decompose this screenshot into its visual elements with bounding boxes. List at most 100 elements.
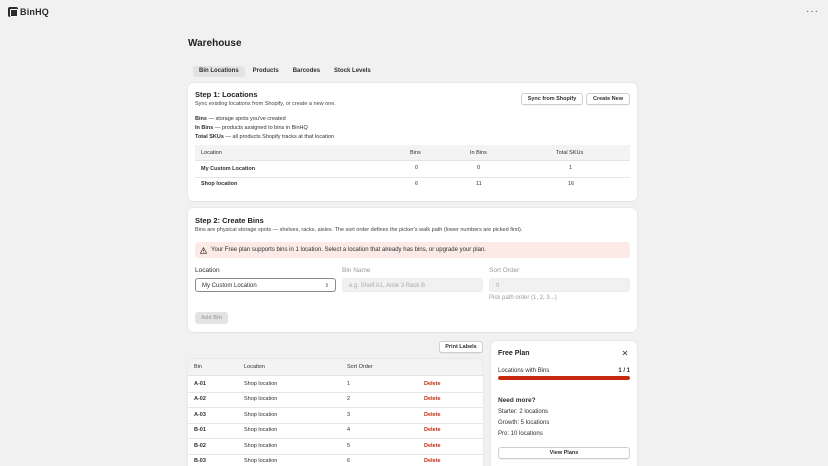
app-name: BinHQ (20, 7, 49, 17)
step2-subtitle: Bins are physical storage spots — shelve… (195, 227, 523, 233)
legend-total-skus: Total SKUs — all products Shopify tracks… (195, 134, 334, 140)
step1-card: Step 1: Locations Sync existing location… (188, 83, 637, 201)
bin-name-label: Bin Name (342, 267, 371, 274)
plan-limit-alert: Your Free plan supports bins in 1 locati… (195, 242, 630, 258)
print-labels-button[interactable]: Print Labels (439, 341, 483, 353)
tier-pro: Pro: 10 locations (498, 431, 543, 437)
select-chevron-icon: ⇕ (324, 283, 329, 289)
sort-order-input[interactable]: 0 (489, 278, 630, 292)
tab-bar: Bin Locations Products Barcodes Stock Le… (193, 66, 377, 77)
table-row[interactable]: B-01 Shop location 4 Delete (188, 422, 483, 439)
tab-products[interactable]: Products (247, 66, 285, 77)
col-sort-order: Sort Order (347, 364, 373, 370)
bin-code: A-03 (194, 411, 206, 418)
bin-location: Shop location (244, 458, 278, 464)
tab-barcodes[interactable]: Barcodes (287, 66, 326, 77)
plan-title: Free Plan (498, 350, 530, 357)
usage-progress-fill (498, 376, 630, 380)
row-total-skus: 1 (569, 165, 573, 171)
row-location: Shop location (201, 181, 238, 187)
page-title: Warehouse (188, 38, 242, 49)
top-bar: BinHQ ··· (0, 0, 828, 24)
bins-table-header: Bin Location Sort Order (188, 359, 483, 376)
table-row[interactable]: A-01 Shop location 1 Delete (188, 376, 483, 392)
bin-sort-order: 2 (347, 396, 351, 402)
delete-button[interactable]: Delete (424, 427, 441, 433)
row-divider (188, 453, 483, 454)
col-total-skus: Total SKUs (556, 150, 584, 156)
bin-sort-order: 5 (347, 442, 351, 449)
bin-code: A-02 (194, 396, 206, 402)
bin-name-input[interactable]: e.g. Shelf A1, Aisle 3 Rack B (342, 278, 483, 292)
delete-button[interactable]: Delete (424, 458, 441, 464)
row-divider (195, 177, 630, 178)
bin-sort-order: 3 (347, 411, 351, 418)
legend-bins: Bins — storage spots you've created (195, 116, 286, 122)
bin-location: Shop location (244, 427, 278, 433)
usage-label: Locations with Bins (498, 368, 550, 374)
delete-button[interactable]: Delete (424, 443, 441, 449)
step1-title: Step 1: Locations (195, 90, 258, 99)
alert-text: Your Free plan supports bins in 1 locati… (211, 246, 486, 253)
location-select-value: My Custom Location (202, 283, 257, 289)
bin-code: B-01 (194, 427, 206, 433)
delete-button[interactable]: Delete (424, 381, 441, 387)
bin-name-placeholder: e.g. Shelf A1, Aisle 3 Rack B (349, 283, 426, 289)
delete-button[interactable]: Delete (424, 412, 441, 418)
location-select[interactable]: My Custom Location ⇕ (195, 278, 336, 292)
bin-code: A-01 (194, 380, 206, 387)
binhq-logo-icon (8, 7, 18, 17)
col-bin: Bin (194, 364, 202, 370)
sort-order-label: Sort Order (489, 267, 520, 274)
sort-order-hint: Pick path order (1, 2, 3...) (489, 295, 557, 301)
tier-growth: Growth: 5 locations (498, 420, 550, 426)
bin-sort-order: 1 (347, 380, 351, 387)
free-plan-card: Free Plan Locations with Bins 1 / 1 Need… (491, 341, 637, 466)
col-in-bins: In Bins (470, 150, 487, 156)
row-bins: 0 (415, 165, 419, 171)
usage-value: 1 / 1 (618, 368, 630, 374)
row-divider (188, 391, 483, 392)
tab-stock-levels[interactable]: Stock Levels (328, 66, 377, 77)
row-divider (188, 438, 483, 439)
location-label: Location (195, 267, 220, 274)
locations-table-header: Location Bins In Bins Total SKUs (195, 145, 630, 161)
ellipsis-icon[interactable]: ··· (806, 6, 819, 17)
col-bin-location: Location (244, 364, 265, 370)
col-bins: Bins (410, 150, 421, 156)
close-icon[interactable] (622, 350, 628, 356)
app-logo: BinHQ (8, 7, 49, 17)
bin-location: Shop location (244, 380, 278, 387)
col-location: Location (201, 150, 222, 156)
row-divider (188, 407, 483, 408)
view-plans-button[interactable]: View Plans (498, 447, 630, 459)
bin-location: Shop location (244, 396, 278, 402)
table-row[interactable]: B-02 Shop location 5 Delete (188, 438, 483, 454)
bin-code: B-03 (194, 458, 206, 464)
create-new-button[interactable]: Create New (586, 93, 630, 105)
bin-code: B-02 (194, 442, 206, 449)
delete-button[interactable]: Delete (424, 396, 441, 402)
row-location: My Custom Location (201, 166, 256, 172)
table-row[interactable]: A-02 Shop location 2 Delete (188, 391, 483, 408)
row-bins: 6 (415, 181, 419, 187)
bin-location: Shop location (244, 442, 278, 449)
legend-in-bins: In Bins — products assigned to bins in B… (195, 125, 308, 131)
tab-bin-locations[interactable]: Bin Locations (193, 66, 245, 77)
add-bin-button[interactable]: Add Bin (195, 312, 228, 324)
tier-starter: Starter: 2 locations (498, 409, 549, 415)
sync-shopify-button[interactable]: Sync from Shopify (521, 93, 583, 105)
row-total-skus: 16 (568, 181, 575, 187)
bin-sort-order: 4 (347, 427, 351, 433)
bins-table-card: Bin Location Sort Order A-01 Shop locatio… (188, 359, 483, 466)
table-row[interactable]: B-03 Shop location 6 Delete (188, 453, 483, 466)
need-more-heading: Need more? (498, 397, 536, 404)
row-in-bins: 0 (477, 165, 481, 171)
warning-triangle-icon (200, 246, 207, 254)
row-in-bins: 11 (476, 181, 482, 187)
step2-title: Step 2: Create Bins (195, 216, 264, 225)
step2-card: Step 2: Create Bins Bins are physical st… (188, 208, 637, 332)
bin-sort-order: 6 (347, 458, 351, 464)
step1-subtitle: Sync existing locations from Shopify, or… (195, 101, 336, 107)
table-row[interactable]: A-03 Shop location 3 Delete (188, 407, 483, 423)
